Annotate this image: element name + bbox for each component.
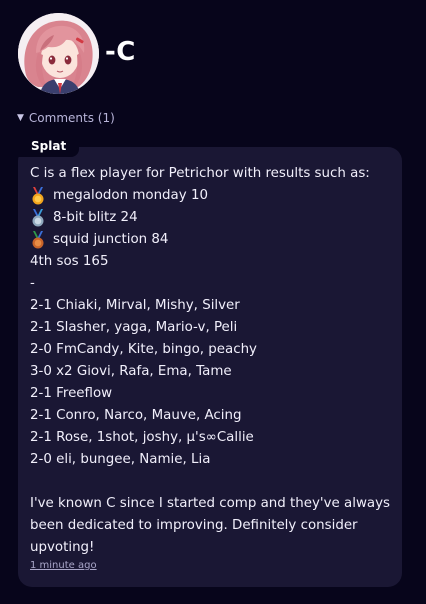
triangle-down-icon[interactable]: ▼ <box>17 113 24 123</box>
match-line: 2-1 Slasher, yaga, Mario-v, Peli <box>30 320 238 335</box>
profile-header: -C <box>18 13 136 94</box>
comments-toggle[interactable]: ▼ Comments (1) <box>17 111 115 125</box>
username: -C <box>105 36 136 67</box>
avatar[interactable] <box>18 13 99 94</box>
medal-result-text: megalodon monday 10 <box>53 188 208 203</box>
anime-avatar-icon <box>18 13 99 94</box>
page: -C ▼ Comments (1) Splat C is a flex play… <box>0 0 426 604</box>
gold-medal-icon <box>32 187 44 205</box>
comment-author[interactable]: Splat <box>18 137 80 157</box>
medal-result-row: megalodon monday 10 <box>30 185 390 207</box>
medal-result-text: 8-bit blitz 24 <box>53 210 138 225</box>
silver-medal-icon <box>32 209 44 227</box>
match-line: 2-1 Freeflow <box>30 386 113 401</box>
plain-result: 4th sos 165 <box>30 254 109 269</box>
medal-result-row: squid junction 84 <box>30 229 390 251</box>
comment-timestamp[interactable]: 1 minute ago <box>30 560 97 571</box>
comment-body: C is a flex player for Petrichor with re… <box>30 163 390 559</box>
medal-result-text: squid junction 84 <box>53 232 169 247</box>
match-line: 3-0 x2 Giovi, Rafa, Ema, Tame <box>30 364 232 379</box>
comments-toggle-label[interactable]: Comments (1) <box>29 111 115 125</box>
match-line: 2-1 Rose, 1shot, joshy, μ's∞Callie <box>30 430 254 445</box>
match-line: 2-0 FmCandy, Kite, bingo, peachy <box>30 342 257 357</box>
medal-result-row: 8-bit blitz 24 <box>30 207 390 229</box>
comment-intro: C is a flex player for Petrichor with re… <box>30 166 370 181</box>
separator-line: - <box>30 276 35 291</box>
match-line: 2-1 Chiaki, Mirval, Mishy, Silver <box>30 298 240 313</box>
comment-closing: I've known C since I started comp and th… <box>30 496 391 555</box>
bronze-medal-icon <box>32 231 44 249</box>
match-line: 2-1 Conro, Narco, Mauve, Acing <box>30 408 242 423</box>
match-line: 2-0 eli, bungee, Namie, Lia <box>30 452 211 467</box>
